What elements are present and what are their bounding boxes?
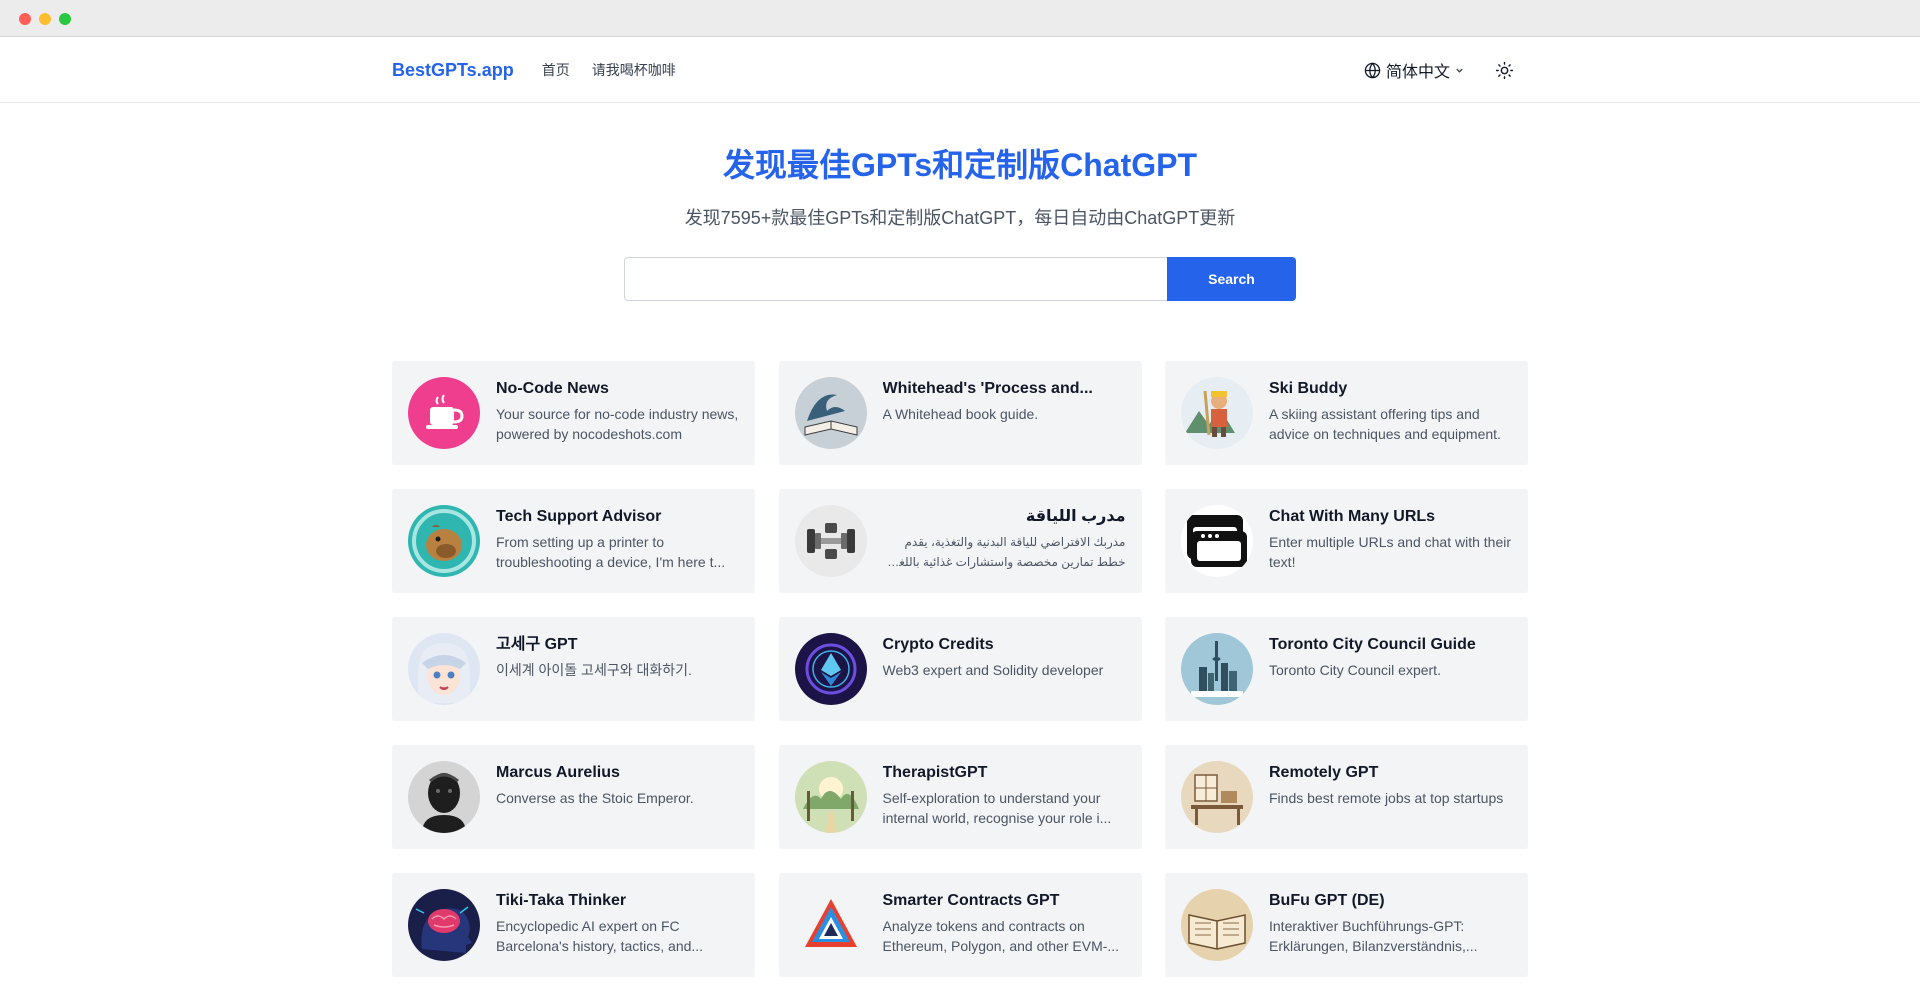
card-title: TherapistGPT	[882, 764, 988, 781]
dumbbell-icon	[794, 505, 867, 577]
gpt-card-whitehead[interactable]: Whitehead's 'Process and... A Whitehead …	[778, 361, 1142, 465]
card-title: Marcus Aurelius	[496, 764, 620, 781]
anime-girl-icon	[408, 633, 480, 705]
card-title: Toronto City Council Guide	[1269, 636, 1476, 653]
card-description: Enter multiple URLs and chat with their …	[1269, 534, 1511, 570]
search-button[interactable]: Search	[1167, 257, 1296, 301]
gpt-card-bufu-gpt-de[interactable]: BuFu GPT (DE) Interaktiver Buchführungs-…	[1165, 873, 1528, 977]
card-description: A skiing assistant offering tips and adv…	[1269, 406, 1501, 442]
card-title: Tech Support Advisor	[496, 508, 662, 525]
theme-toggle-button[interactable]	[1495, 61, 1514, 80]
language-label: 简体中文	[1385, 64, 1450, 81]
card-title: Whitehead's 'Process and...	[882, 380, 1093, 397]
card-title: Chat With Many URLs	[1269, 508, 1436, 525]
card-description: Self-exploration to understand your inte…	[882, 790, 1112, 826]
statue-bust-icon	[408, 761, 480, 833]
gpt-card-toronto-city-council[interactable]: Toronto City Council Guide Toronto City …	[1165, 617, 1528, 721]
open-book-icon	[1181, 889, 1253, 961]
card-title: Tiki-Taka Thinker	[496, 892, 627, 909]
card-title: مدرب اللياقة	[1025, 508, 1126, 525]
language-selector[interactable]: 简体中文	[1364, 58, 1469, 82]
city-skyline-icon	[1181, 633, 1253, 705]
minimize-window-button[interactable]	[39, 13, 51, 25]
card-description: A Whitehead book guide.	[882, 406, 1039, 422]
card-description: Encyclopedic AI expert on FC Barcelona's…	[496, 918, 704, 954]
card-title: 고세구 GPT	[496, 636, 578, 653]
coffee-cup-icon	[408, 377, 480, 449]
top-navbar: BestGPTs.app 首页 请我喝杯咖啡 简体中文	[0, 37, 1920, 103]
gpt-card-ski-buddy[interactable]: Ski Buddy A skiing assistant offering ti…	[1165, 361, 1528, 465]
nav-link-buy-coffee[interactable]: 请我喝杯咖啡	[592, 60, 676, 80]
desk-sketch-icon	[1181, 761, 1253, 833]
wave-book-icon	[794, 377, 867, 449]
gpt-card-therapist-gpt[interactable]: TherapistGPT Self-exploration to underst…	[778, 745, 1142, 849]
gpt-card-no-code-news[interactable]: No-Code News Your source for no-code ind…	[392, 361, 755, 465]
card-description: Converse as the Stoic Emperor.	[496, 790, 694, 806]
card-description: Your source for no-code industry news, p…	[496, 406, 739, 442]
card-description: Interaktiver Buchführungs-GPT: Erklärung…	[1269, 918, 1478, 954]
brand-logo-link[interactable]: BestGPTs.app	[392, 60, 514, 81]
page-subtitle: 发现7595+款最佳GPTs和定制版ChatGPT，每日自动由ChatGPT更新	[684, 208, 1236, 228]
globe-icon	[1364, 61, 1381, 79]
gpt-card-fitness-coach-arabic[interactable]: مدرب اللياقة مدربك الافتراضي للياقة البد…	[778, 489, 1142, 593]
gpt-card-grid: No-Code News Your source for no-code ind…	[392, 361, 1528, 977]
card-description: Finds best remote jobs at top startups	[1269, 790, 1504, 806]
gpt-card-smarter-contracts-gpt[interactable]: Smarter Contracts GPT Analyze tokens and…	[778, 873, 1142, 977]
gpt-card-chat-with-many-urls[interactable]: Chat With Many URLs Enter multiple URLs …	[1165, 489, 1528, 593]
card-title: Crypto Credits	[882, 636, 994, 653]
nav-link-home[interactable]: 首页	[542, 60, 570, 80]
gpt-card-remotely-gpt[interactable]: Remotely GPT Finds best remote jobs at t…	[1165, 745, 1528, 849]
card-title: BuFu GPT (DE)	[1269, 892, 1385, 909]
gpt-card-marcus-aurelius[interactable]: Marcus Aurelius Converse as the Stoic Em…	[392, 745, 755, 849]
gpt-card-tech-support-advisor[interactable]: Tech Support Advisor From setting up a p…	[392, 489, 755, 593]
search-bar: Search	[0, 257, 1920, 301]
card-description: مدربك الافتراضي للياقة البدنية والتغذية،…	[892, 535, 1126, 569]
capybara-icon	[408, 505, 480, 577]
skier-icon	[1181, 377, 1253, 449]
forest-path-icon	[794, 761, 867, 833]
search-input[interactable]	[624, 257, 1167, 301]
ethereum-icon	[794, 633, 867, 705]
card-title: Smarter Contracts GPT	[882, 892, 1060, 909]
hero-section: 发现最佳GPTs和定制版ChatGPT 发现7595+款最佳GPTs和定制版Ch…	[0, 103, 1920, 301]
gpt-card-tiki-taka-thinker[interactable]: Tiki-Taka Thinker Encyclopedic AI expert…	[392, 873, 755, 977]
window-titlebar	[0, 0, 1920, 37]
card-description: Toronto City Council expert.	[1269, 662, 1441, 678]
stacked-windows-icon	[1181, 505, 1253, 577]
browser-window: BestGPTs.app 首页 请我喝杯咖啡 简体中文 发现最佳GPTs和定制版…	[0, 0, 1920, 999]
card-description: From setting up a printer to troubleshoo…	[496, 534, 726, 570]
card-description: Web3 expert and Solidity developer	[882, 662, 1104, 678]
gpt-card-crypto-credits[interactable]: Crypto Credits Web3 expert and Solidity …	[778, 617, 1142, 721]
card-title: Ski Buddy	[1269, 380, 1348, 397]
card-description: 이세계 아이돌 고세구와 대화하기.	[496, 662, 692, 678]
gpt-card-gosegu-gpt[interactable]: 고세구 GPT 이세계 아이돌 고세구와 대화하기.	[392, 617, 755, 721]
brain-head-icon	[408, 889, 480, 961]
sun-icon	[1495, 61, 1514, 79]
chevron-down-icon	[1456, 68, 1463, 73]
page-title: 发现最佳GPTs和定制版ChatGPT	[722, 147, 1198, 183]
card-title: Remotely GPT	[1269, 764, 1379, 781]
card-title: No-Code News	[496, 380, 609, 397]
maximize-window-button[interactable]	[59, 13, 71, 25]
close-window-button[interactable]	[19, 13, 31, 25]
triangle-logo-icon	[794, 889, 867, 961]
card-description: Analyze tokens and contracts on Ethereum…	[882, 918, 1120, 954]
